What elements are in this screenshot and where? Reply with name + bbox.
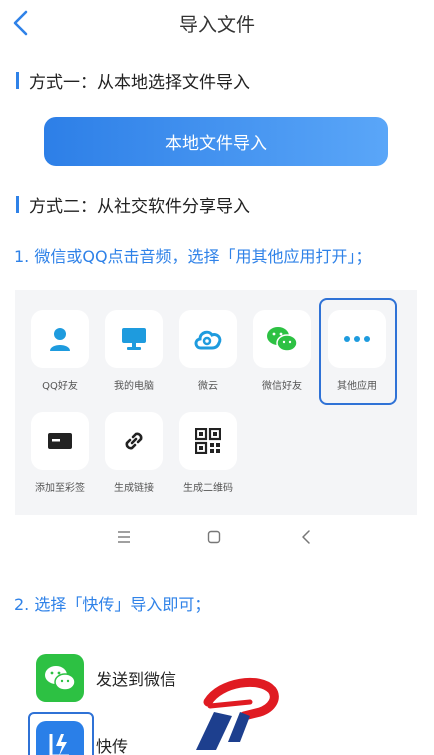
wechat-icon	[267, 327, 298, 352]
section-marker	[16, 71, 19, 89]
method2-heading: 方式二：从社交软件分享导入	[16, 192, 250, 217]
home-icon[interactable]	[207, 529, 221, 545]
share-gen-qrcode[interactable]: 生成二维码	[178, 412, 238, 494]
step2-text: 2. 选择「快传」导入即可；	[14, 595, 211, 614]
share-item-label: 生成二维码	[183, 483, 233, 494]
brand-logo-icon	[196, 677, 279, 750]
qq-friend-icon	[50, 328, 70, 351]
app-kuaichuan[interactable]: 快传	[36, 721, 128, 755]
share-gen-link[interactable]: 生成链接	[104, 412, 164, 494]
share-weiyun[interactable]: 微云	[178, 310, 238, 392]
method2-label: 方式二：从社交软件分享导入	[29, 196, 250, 217]
section-marker	[16, 195, 19, 213]
link-icon	[125, 432, 143, 450]
share-add-note[interactable]: 添加至彩签	[30, 412, 90, 494]
share-item-label: 生成链接	[114, 483, 154, 494]
weiyun-icon	[194, 330, 222, 350]
share-item-label: QQ好友	[42, 381, 78, 392]
share-item-label: 我的电脑	[114, 381, 154, 392]
back-nav-icon[interactable]	[300, 529, 312, 545]
share-sheet: QQ好友 我的电脑 微云 微信好友 其他应用 添加至彩签 生成链接 生成二维码	[15, 290, 417, 515]
kuaichuan-icon	[36, 721, 84, 755]
share-my-computer[interactable]: 我的电脑	[104, 310, 164, 392]
share-item-label: 添加至彩签	[35, 483, 85, 494]
share-qq-friend[interactable]: QQ好友	[30, 310, 90, 392]
page-title: 导入文件	[178, 14, 255, 36]
computer-icon	[122, 328, 146, 350]
header: 导入文件	[0, 0, 434, 46]
app-label: 发送到微信	[96, 670, 177, 689]
other-apps-highlight	[319, 298, 397, 405]
share-item-label: 微云	[198, 381, 218, 392]
wechat-app-icon	[36, 654, 84, 702]
share-item-label: 微信好友	[262, 381, 302, 392]
note-icon	[48, 433, 72, 449]
method1-heading: 方式一：从本地选择文件导入	[16, 68, 250, 93]
app-send-to-wechat[interactable]: 发送到微信	[36, 654, 176, 702]
qrcode-icon	[195, 428, 221, 454]
menu-icon[interactable]	[117, 529, 131, 545]
local-import-button[interactable]: 本地文件导入	[44, 117, 388, 166]
app-label: 快传	[96, 737, 129, 755]
method1-label: 方式一：从本地选择文件导入	[29, 72, 250, 93]
system-nav-bar	[0, 515, 434, 561]
share-wechat-friend[interactable]: 微信好友	[252, 310, 312, 392]
step1-text: 1. 微信或QQ点击音频，选择「用其他应用打开」；	[14, 247, 372, 266]
